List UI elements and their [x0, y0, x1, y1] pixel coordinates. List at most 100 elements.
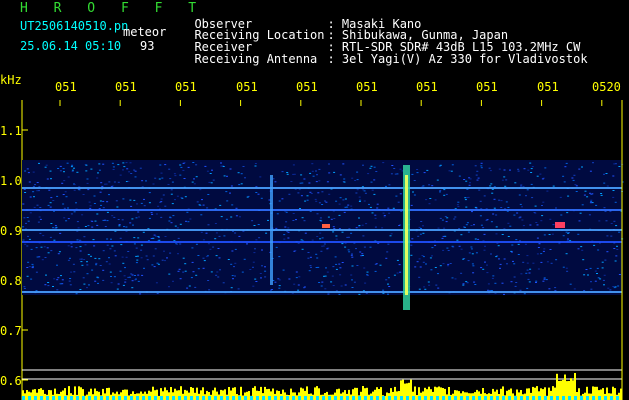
noise-speck	[304, 232, 307, 234]
noise-speck	[505, 201, 508, 203]
noise-speck	[238, 184, 241, 186]
noise-speck	[599, 278, 602, 280]
amplitude-base	[304, 396, 307, 400]
amplitude-bar	[530, 392, 532, 400]
noise-speck	[540, 253, 543, 255]
noise-speck	[46, 247, 49, 249]
noise-speck	[118, 225, 121, 227]
amplitude-base	[112, 396, 115, 400]
amplitude-bar	[524, 393, 526, 400]
noise-speck	[168, 220, 171, 222]
noise-speck	[143, 267, 145, 269]
noise-speck	[601, 261, 604, 263]
noise-speck	[26, 267, 29, 268]
noise-speck	[86, 261, 88, 263]
noise-speck	[465, 224, 468, 226]
noise-speck	[133, 169, 136, 171]
noise-speck	[161, 177, 164, 179]
noise-speck	[35, 271, 38, 273]
noise-speck	[135, 217, 138, 219]
noise-speck	[361, 255, 364, 256]
noise-speck	[338, 263, 341, 265]
noise-speck	[350, 274, 353, 276]
noise-speck	[195, 243, 198, 245]
noise-speck	[253, 252, 256, 254]
noise-speck	[575, 191, 578, 192]
noise-speck	[264, 266, 266, 268]
noise-speck	[138, 216, 140, 218]
noise-speck	[240, 183, 243, 185]
noise-speck	[277, 278, 280, 280]
noise-speck	[610, 223, 613, 224]
noise-speck	[333, 171, 336, 173]
noise-speck	[558, 243, 561, 245]
time-tick: 051	[236, 80, 258, 94]
amplitude-base	[580, 396, 583, 400]
amplitude-bar	[104, 393, 106, 400]
noise-speck	[255, 239, 258, 241]
noise-speck	[26, 275, 29, 277]
noise-speck	[122, 198, 125, 200]
noise-speck	[122, 169, 124, 171]
amplitude-bar	[92, 394, 94, 400]
noise-speck	[108, 263, 111, 265]
noise-speck	[315, 200, 318, 202]
noise-speck	[414, 266, 417, 268]
amplitude-bar	[212, 390, 214, 400]
noise-speck	[590, 194, 593, 195]
noise-speck	[437, 227, 440, 229]
noise-speck	[549, 249, 552, 250]
amplitude-base	[148, 396, 151, 400]
noise-speck	[98, 258, 101, 260]
noise-speck	[514, 285, 517, 287]
noise-speck	[500, 207, 503, 208]
noise-speck	[31, 263, 34, 265]
noise-speck	[215, 255, 218, 257]
noise-speck	[507, 207, 510, 208]
noise-speck	[70, 271, 73, 273]
noise-speck	[362, 164, 364, 166]
noise-speck	[297, 242, 300, 244]
noise-speck	[31, 267, 34, 269]
noise-speck	[307, 257, 310, 259]
noise-speck	[168, 273, 171, 275]
noise-speck	[535, 282, 537, 283]
noise-speck	[601, 267, 604, 269]
noise-speck	[465, 281, 468, 283]
noise-speck	[583, 290, 586, 291]
noise-speck	[484, 245, 486, 247]
noise-speck	[24, 243, 27, 245]
noise-speck	[486, 272, 489, 274]
noise-speck	[371, 212, 374, 214]
noise-speck	[233, 266, 235, 268]
noise-speck	[28, 181, 31, 183]
amplitude-base	[142, 396, 145, 400]
noise-speck	[117, 164, 120, 166]
noise-speck	[177, 253, 179, 255]
noise-speck	[479, 215, 482, 217]
noise-speck	[363, 200, 366, 202]
noise-speck	[196, 201, 199, 203]
noise-speck	[49, 206, 52, 208]
noise-speck	[178, 268, 181, 270]
noise-speck	[131, 218, 134, 220]
noise-speck	[549, 218, 552, 220]
amplitude-bar	[272, 388, 274, 400]
noise-speck	[328, 172, 331, 174]
noise-speck	[161, 259, 164, 261]
noise-speck	[76, 221, 79, 223]
noise-speck	[134, 176, 137, 178]
noise-speck	[590, 281, 592, 283]
noise-speck	[134, 279, 137, 281]
noise-speck	[319, 232, 322, 234]
amplitude-bar	[404, 383, 406, 400]
noise-speck	[176, 227, 179, 229]
noise-speck	[365, 223, 368, 225]
noise-speck	[96, 224, 99, 226]
noise-speck	[297, 284, 300, 286]
noise-speck	[35, 290, 38, 292]
noise-speck	[579, 212, 582, 214]
noise-speck	[123, 166, 126, 168]
amplitude-base	[244, 396, 247, 400]
noise-speck	[540, 261, 543, 263]
